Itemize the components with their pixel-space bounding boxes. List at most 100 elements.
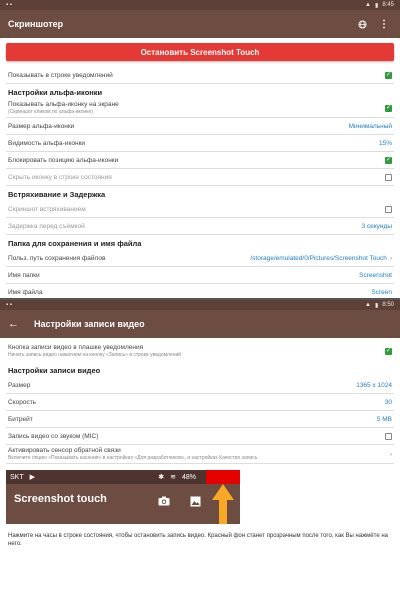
video-row-text: Размер <box>8 382 30 389</box>
alpha-row-sub: (Скриншот кликом по альфа-иконке) <box>8 109 93 115</box>
video-row-label: Скорость <box>8 398 37 406</box>
folder-row-label: Имя папки <box>8 271 40 279</box>
notif-row[interactable]: Показывать в строке уведомлений ✓ <box>0 67 400 83</box>
app-bar: Скриншотер ⋮ <box>0 10 400 38</box>
alpha-row-text: Размер альфа-иконки <box>8 123 74 130</box>
alpha-row-label: Блокировать позицию альфа-иконки <box>8 156 119 164</box>
arrow-up-icon <box>212 484 234 524</box>
status-left: ▪ ▪ <box>6 2 12 8</box>
alpha-row-label: Скрыть иконку в строке состояния <box>8 173 112 181</box>
shake-row-text: Скриншот встряхиванием <box>8 206 86 213</box>
status-time-2: 8:50 <box>382 302 394 308</box>
alpha-row[interactable]: Блокировать позицию альфа-иконки ✓ <box>0 152 400 168</box>
app-title: Скриншотер <box>8 19 64 29</box>
status-left-2: ▪ ▪ <box>6 302 12 308</box>
alpha-checkbox[interactable]: ✓ <box>385 104 392 112</box>
folder-row-text: Польз. путь сохранения файлов <box>8 255 105 262</box>
shake-value: 3 секунды <box>361 222 392 230</box>
video-row[interactable]: Скорость 30 <box>0 394 400 410</box>
notif-row-text: Показывать в строке уведомлений <box>8 72 113 79</box>
alpha-row[interactable]: Размер альфа-иконки Минимальный <box>0 118 400 134</box>
shake-row-label: Скриншот встряхиванием <box>8 205 86 213</box>
video-notification-label: Кнопка записи видео в плашке уведомления <box>8 344 144 351</box>
video-row[interactable]: Запись видео со звуком (MIC) <box>0 428 400 444</box>
bottom-screenshot: ▪ ▪ ▲ ▮ 8:50 ← Настройки записи видео Кн… <box>0 300 400 550</box>
video-row[interactable]: Активировать сенсор обратной связи Включи… <box>0 445 400 463</box>
video-row[interactable]: Размер 1365 x 1024 <box>0 377 400 393</box>
alpha-row-label: Видимость альфа-иконки <box>8 139 86 147</box>
more-vert-icon[interactable]: ⋮ <box>376 16 392 32</box>
shake-row-text: Задержка перед съёмкой <box>8 223 85 230</box>
folder-row[interactable]: Имя файла Screen <box>0 284 400 298</box>
alpha-row-label: Показывать альфа-иконку на экране <box>8 101 119 108</box>
alpha-value-wrap: Минимальный <box>349 123 392 130</box>
alpha-row[interactable]: Видимость альфа-иконки 15% <box>0 135 400 151</box>
folder-row-text: Имя файла <box>8 289 42 296</box>
alpha-row-text: Скрыть иконку в строке состояния <box>8 174 112 181</box>
battery-icon-2: ▮ <box>375 302 379 309</box>
folder-value: Screen <box>371 288 392 296</box>
video-notification-sub: Начать запись видео нажатием на кнопку «… <box>8 352 182 358</box>
video-value-wrap: 5 MB <box>377 416 392 423</box>
alpha-row-text: Видимость альфа-иконки <box>8 140 85 147</box>
video-row-label: Размер <box>8 381 31 389</box>
video-value: 1365 x 1024 <box>356 381 392 389</box>
alpha-row-label: Размер альфа-иконки <box>8 122 75 130</box>
alpha-row[interactable]: Показывать альфа-иконку на экране (Скринш… <box>0 99 400 117</box>
video-value: 5 MB <box>376 415 392 423</box>
preview-app-title: Screenshot touch <box>14 493 107 505</box>
alpha-checkbox[interactable] <box>385 173 392 181</box>
section-alpha: Настройки альфа-иконки <box>8 88 103 97</box>
preview-battery: 48% <box>181 473 196 481</box>
folder-value: Screenshot <box>359 271 392 279</box>
shake-row[interactable]: Скриншот встряхиванием <box>0 201 400 217</box>
alpha-value-wrap: 15% <box>379 140 392 147</box>
alpha-value: 15% <box>378 139 392 147</box>
video-checkbox[interactable] <box>385 432 392 440</box>
status-bar-2: ▪ ▪ ▲ ▮ 8:50 <box>0 300 400 310</box>
shake-row[interactable]: Задержка перед съёмкой 3 секунды <box>0 218 400 234</box>
image-icon <box>190 496 201 510</box>
alpha-checkbox[interactable]: ✓ <box>385 156 392 164</box>
section-folder: Папка для сохранения и имя файла <box>8 239 142 248</box>
video-notification-row[interactable]: Кнопка записи видео в плашке уведомления… <box>0 338 400 362</box>
alpha-row-text: Блокировать позицию альфа-иконки <box>8 157 118 164</box>
notif-checkbox[interactable]: ✓ <box>385 71 392 79</box>
camera-icon <box>158 496 170 509</box>
signal-icon: ▲ <box>365 2 371 8</box>
section-video: Настройки записи видео <box>8 366 101 375</box>
recording-note: Нажмите на часы в строке состояния, чтоб… <box>8 533 388 547</box>
globe-icon[interactable] <box>354 16 370 32</box>
preview-wifi-icon: ≋ <box>170 474 176 481</box>
alpha-row[interactable]: Скрыть иконку в строке состояния <box>0 169 400 185</box>
folder-row-label: Имя файла <box>8 288 43 296</box>
back-arrow-icon[interactable]: ← <box>8 318 24 330</box>
folder-value-wrap: Screen <box>371 289 392 296</box>
preview-bluetooth-icon: ✱ <box>158 474 165 481</box>
folder-row[interactable]: Польз. путь сохранения файлов/storage/em… <box>0 250 400 266</box>
screen: ▪ ▪ ▲ ▮ 8:45 Скриншотер ⋮ Остановить Scr… <box>0 0 400 550</box>
status-time: 8:45 <box>382 2 394 8</box>
top-screenshot: ▪ ▪ ▲ ▮ 8:45 Скриншотер ⋮ Остановить Scr… <box>0 0 400 298</box>
folder-row-label: Польз. путь сохранения файлов <box>8 254 106 262</box>
folder-row[interactable]: Имя папки Screenshot <box>0 267 400 283</box>
video-row-text: Запись видео со звуком (MIC) <box>8 433 98 440</box>
red-record-area[interactable] <box>206 470 240 484</box>
stop-button[interactable]: Остановить Screenshot Touch <box>6 43 394 61</box>
preview-status-bar: SKT ▶ ✱ ≋ 48% <box>6 470 240 484</box>
video-row-sub: Включите опцию «Показывать касания» в на… <box>8 455 258 461</box>
alpha-value: Минимальный <box>348 122 392 130</box>
video-row-text: Активировать сенсор обратной связи Включи… <box>8 447 257 461</box>
video-row[interactable]: Битрейт 5 MB <box>0 411 400 427</box>
shake-value-wrap: 3 секунды <box>361 223 392 230</box>
video-row-text: Скорость <box>8 399 36 406</box>
alpha-row-text: Показывать альфа-иконку на экране (Скринш… <box>8 101 119 115</box>
folder-row-text: Имя папки <box>8 272 40 279</box>
shake-checkbox[interactable] <box>385 205 392 213</box>
app-bar-video: ← Настройки записи видео <box>0 310 400 338</box>
folder-value-wrap: Screenshot <box>359 272 392 279</box>
folder-value: /storage/emulated/0/Pictures/Screenshot … <box>250 254 387 262</box>
row-divider <box>6 463 394 464</box>
video-notification-checkbox[interactable]: ✓ <box>385 347 392 355</box>
video-row-text: Битрейт <box>8 416 33 423</box>
